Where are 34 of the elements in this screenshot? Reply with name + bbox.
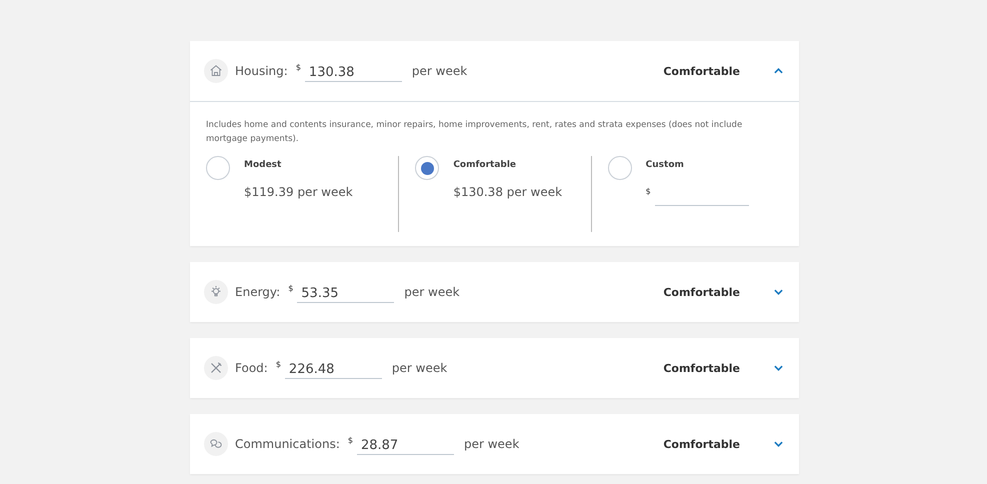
option-label: Custom: [646, 160, 685, 170]
radio-button[interactable]: [206, 156, 230, 180]
unit-label: per week: [464, 437, 520, 451]
currency-sign: $: [296, 62, 301, 72]
option-label: Comfortable: [453, 160, 518, 170]
unit-label: per week: [404, 285, 460, 299]
amount-field[interactable]: 28.87: [356, 434, 454, 454]
currency-sign: $: [646, 187, 651, 196]
option-amount: $130.38 per week: [453, 185, 562, 199]
category-label: Housing:: [235, 64, 288, 78]
unit-label: per week: [392, 361, 448, 375]
level-label: Comfortable: [663, 438, 740, 450]
description-text: Includes home and contents insurance, minor repairs, home improvements, rent, rates and strata expenses (does not include mortgage payments).: [206, 119, 744, 146]
expand-icon[interactable]: [774, 441, 783, 447]
level-label: Comfortable: [663, 286, 740, 298]
amount-field[interactable]: 53.35: [297, 282, 394, 302]
currency-sign: $: [288, 284, 294, 292]
unit-label: per week: [412, 64, 468, 78]
level-label: Comfortable: [663, 362, 740, 374]
level-label: Comfortable: [663, 64, 740, 78]
option-label: Modest: [244, 160, 282, 170]
amount-field[interactable]: 130.38: [304, 60, 402, 82]
currency-sign: $: [276, 360, 281, 368]
category-label: Communications:: [235, 437, 340, 451]
category-label: Food:: [235, 361, 268, 375]
collapse-icon[interactable]: [774, 68, 783, 74]
option-amount: $119.39 per week: [244, 185, 353, 199]
currency-sign: $: [348, 436, 353, 444]
expand-icon[interactable]: [774, 289, 783, 295]
category-label: Energy:: [235, 285, 280, 299]
amount-field[interactable]: 226.48: [284, 358, 382, 378]
expand-icon[interactable]: [774, 365, 783, 371]
radio-button[interactable]: [415, 156, 440, 180]
radio-button[interactable]: [608, 156, 632, 180]
